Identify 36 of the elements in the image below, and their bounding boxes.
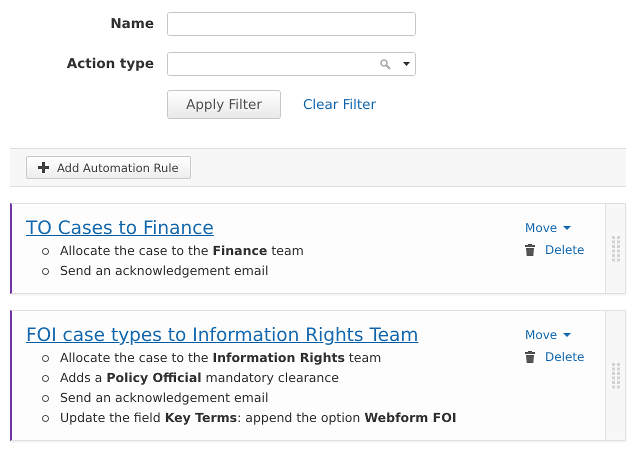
- rule-action: Send an acknowledgement email: [60, 262, 268, 280]
- rule-action: Allocate the case to the Finance team: [60, 242, 304, 260]
- action-type-label: Action type: [66, 56, 154, 72]
- drag-handle[interactable]: [605, 311, 625, 440]
- rule-action: Adds a Policy Official mandatory clearance: [60, 369, 339, 387]
- trash-icon: [525, 351, 535, 363]
- caret-icon: [563, 333, 572, 337]
- rule-action: Update the field Key Terms: append the option Webform FOI: [60, 409, 456, 427]
- move-dropdown[interactable]: Move: [525, 221, 605, 235]
- bullet-icon: [42, 414, 49, 422]
- rule-title-link[interactable]: TO Cases to Finance: [26, 218, 214, 239]
- trash-icon: [525, 244, 535, 256]
- action-type-select[interactable]: [167, 52, 416, 76]
- grip-icon: [612, 362, 620, 388]
- plus-icon: [38, 162, 49, 173]
- caret-icon: [563, 226, 572, 230]
- drag-handle[interactable]: [605, 204, 625, 293]
- rule-action: Allocate the case to the Information Rights team: [60, 349, 382, 367]
- rule-title-link[interactable]: FOI case types to Information Rights Team: [26, 325, 418, 346]
- name-field[interactable]: [167, 12, 416, 36]
- bullet-icon: [42, 394, 49, 402]
- clear-filter-link[interactable]: Clear Filter: [303, 96, 376, 112]
- caret-icon: [403, 62, 410, 66]
- grip-icon: [612, 236, 620, 262]
- add-automation-rule-button[interactable]: Add Automation Rule: [26, 156, 191, 179]
- rule-action: Send an acknowledgement email: [60, 389, 268, 407]
- search-icon: [380, 58, 391, 70]
- bullet-icon: [42, 268, 49, 274]
- delete-link[interactable]: Delete: [525, 350, 605, 364]
- bullet-icon: [42, 354, 49, 362]
- delete-link[interactable]: Delete: [525, 243, 605, 257]
- bullet-icon: [42, 248, 49, 254]
- bullet-icon: [42, 374, 49, 382]
- move-dropdown[interactable]: Move: [525, 328, 605, 342]
- apply-filter-button[interactable]: Apply Filter: [167, 90, 281, 119]
- name-label: Name: [109, 16, 154, 32]
